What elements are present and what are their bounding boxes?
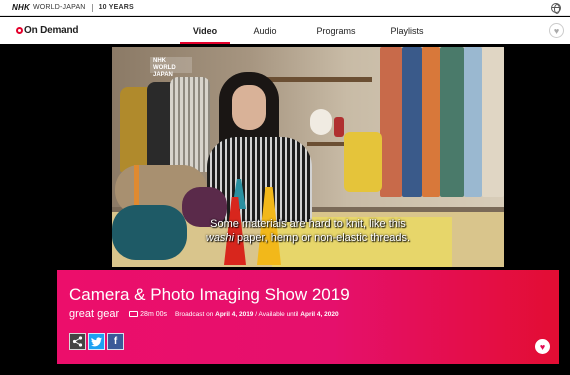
- logo-text: On Demand: [24, 25, 79, 36]
- broadcast-date: April 4, 2019: [215, 310, 254, 318]
- brand-anniversary: 10 YEARS: [98, 4, 134, 11]
- nav-tabs: Video Audio Programs Playlists: [180, 17, 442, 44]
- hanging-garment: [440, 47, 464, 197]
- channel-watermark: NHK WORLD JAPAN: [150, 57, 192, 78]
- nav-item-video[interactable]: Video: [180, 17, 230, 44]
- brand-logo[interactable]: NHK WORLD-JAPAN 10 YEARS: [12, 3, 134, 12]
- logo-dot-icon: [16, 27, 23, 34]
- episode-info-panel: Camera & Photo Imaging Show 2019 great g…: [57, 270, 559, 364]
- hanging-garment: [482, 47, 504, 197]
- mannequin: [344, 132, 382, 192]
- nav-item-audio[interactable]: Audio: [230, 17, 300, 44]
- episode-title: Camera & Photo Imaging Show 2019: [69, 285, 350, 304]
- video-player[interactable]: NHK WORLD JAPAN Some materials are hard …: [112, 47, 504, 267]
- nav-item-playlists[interactable]: Playlists: [372, 17, 442, 44]
- on-demand-logo[interactable]: On Demand: [16, 25, 79, 36]
- heart-icon[interactable]: ♥: [535, 339, 550, 354]
- series-link[interactable]: great gear: [69, 308, 119, 320]
- subtitle-line-2: washi paper, hemp or non-elastic threads…: [112, 231, 504, 245]
- hanging-garment: [422, 47, 440, 197]
- facebook-icon[interactable]: f: [107, 333, 124, 350]
- heart-icon[interactable]: ♥: [549, 23, 564, 38]
- available-prefix: / Available until: [253, 310, 301, 318]
- sheep-figure: [310, 109, 332, 135]
- bottle: [334, 117, 344, 137]
- subtitle-line-2-rest: paper, hemp or non-elastic threads.: [234, 232, 411, 244]
- episode-duration: 28m 00s: [140, 310, 168, 318]
- share-buttons: f: [69, 333, 124, 350]
- hanging-garment: [402, 47, 422, 197]
- subtitle-emphasis: washi: [205, 232, 234, 244]
- available-date: April 4, 2020: [300, 310, 339, 318]
- brand-nhk: NHK: [12, 3, 30, 12]
- globe-icon[interactable]: [551, 3, 561, 14]
- twitter-icon[interactable]: [88, 333, 105, 350]
- top-bar: NHK WORLD-JAPAN 10 YEARS: [0, 0, 570, 16]
- broadcast-prefix: Broadcast on: [175, 310, 216, 318]
- video-icon: [129, 311, 139, 317]
- hanging-garment: [464, 47, 482, 197]
- subtitle-line-1: Some materials are hard to knit, like th…: [210, 218, 406, 230]
- broadcast-info: Broadcast on April 4, 2019 / Available u…: [175, 311, 339, 318]
- wall-shelf: [267, 77, 372, 82]
- episode-meta: great gear 28m 00s Broadcast on April 4,…: [69, 308, 339, 320]
- nav-item-programs[interactable]: Programs: [300, 17, 372, 44]
- share-icon[interactable]: [69, 333, 86, 350]
- mannequin: [170, 77, 210, 172]
- brand-divider: [91, 3, 93, 12]
- video-subtitle: Some materials are hard to knit, like th…: [112, 217, 504, 245]
- main-nav: On Demand Video Audio Programs Playlists…: [0, 17, 570, 44]
- brand-name: WORLD-JAPAN: [32, 4, 86, 11]
- presenter-face: [232, 85, 266, 130]
- hanging-garment: [380, 47, 402, 197]
